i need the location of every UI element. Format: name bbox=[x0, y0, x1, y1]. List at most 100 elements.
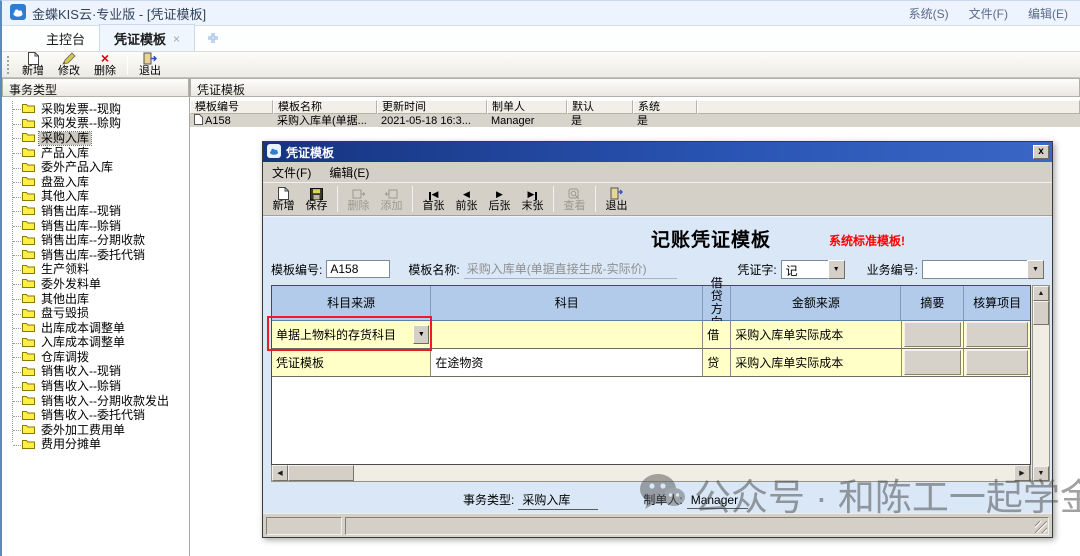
amount-source-cell[interactable]: 采购入库单实际成本 bbox=[731, 321, 901, 349]
tree-item[interactable]: 采购入库 bbox=[6, 131, 189, 146]
dialog-menu-edit[interactable]: 编辑(E) bbox=[329, 164, 369, 181]
tree-item[interactable]: 生产领料 bbox=[6, 263, 189, 278]
resize-grip[interactable] bbox=[1035, 521, 1047, 533]
exit-door-icon bbox=[610, 187, 624, 200]
tree-item[interactable]: 入库成本调整单 bbox=[6, 336, 189, 351]
col-updated[interactable]: 更新时间 bbox=[377, 100, 487, 114]
dialog-save-button[interactable]: 保存 bbox=[300, 187, 333, 212]
modify-button[interactable]: 修改 bbox=[51, 52, 87, 77]
entry-row-credit: 凭证模板 在途物资 贷 采购入库单实际成本 bbox=[272, 349, 1030, 377]
dialog-exit-button[interactable]: 退出 bbox=[600, 187, 633, 212]
business-no-select[interactable]: ▼ bbox=[922, 260, 1044, 279]
col-system[interactable]: 系统 bbox=[633, 100, 697, 114]
tree-item[interactable]: 产品入库 bbox=[6, 146, 189, 161]
dialog-new-button[interactable]: 新增 bbox=[267, 187, 300, 212]
tree-item-label: 出库成本调整单 bbox=[39, 322, 127, 335]
vertical-scrollbar[interactable]: ▲ ▼ bbox=[1032, 285, 1050, 482]
tree-item[interactable]: 销售出库--委托代销 bbox=[6, 248, 189, 263]
chevron-down-icon[interactable]: ▼ bbox=[1027, 260, 1044, 279]
col-summary: 摘要 bbox=[901, 286, 964, 321]
tree-item[interactable]: 其他出库 bbox=[6, 292, 189, 307]
col-template-name[interactable]: 模板名称 bbox=[273, 100, 377, 114]
col-default[interactable]: 默认 bbox=[567, 100, 633, 114]
sidebar: 事务类型 采购发票--现购 采购发票--赊购 采购入库 bbox=[2, 78, 190, 556]
tree-item[interactable]: 费用分摊单 bbox=[6, 438, 189, 453]
voucher-word-select[interactable]: 记 ▼ bbox=[781, 260, 845, 279]
exit-button[interactable]: 退出 bbox=[132, 52, 168, 77]
tree-item[interactable]: 销售收入--赊销 bbox=[6, 379, 189, 394]
tree-item[interactable]: 销售出库--现销 bbox=[6, 204, 189, 219]
tree-item[interactable]: 采购发票--赊购 bbox=[6, 117, 189, 132]
amount-source-cell[interactable]: 采购入库单实际成本 bbox=[731, 349, 901, 377]
col-accounting-item: 核算项目 bbox=[964, 286, 1030, 321]
dialog-append-button: 添加 bbox=[375, 187, 408, 212]
folder-icon bbox=[22, 117, 35, 131]
chevron-down-icon[interactable]: ▼ bbox=[413, 325, 429, 344]
scrollbar-thumb[interactable] bbox=[1033, 301, 1049, 325]
template-code-input[interactable] bbox=[326, 260, 390, 278]
dialog-prev-button[interactable]: ◀ 前张 bbox=[450, 187, 483, 212]
save-floppy-icon bbox=[310, 187, 323, 200]
exit-label: 退出 bbox=[139, 65, 161, 77]
voucher-word-value: 记 bbox=[781, 260, 828, 279]
table-row[interactable]: A158 采购入库单(单据... 2021-05-18 16:3... Mana… bbox=[190, 114, 1080, 127]
tab-close-icon[interactable]: × bbox=[173, 34, 180, 44]
tree-item[interactable]: 委外加工费用单 bbox=[6, 423, 189, 438]
delete-button[interactable]: × 删除 bbox=[87, 52, 123, 77]
menu-system[interactable]: 系统(S) bbox=[909, 5, 949, 22]
scroll-right-icon[interactable]: ▶ bbox=[1014, 465, 1030, 481]
dialog-titlebar[interactable]: 凭证模板 x bbox=[263, 142, 1052, 162]
tree-item[interactable]: 委外产品入库 bbox=[6, 160, 189, 175]
prev-record-icon: ◀ bbox=[463, 187, 470, 200]
tree-item[interactable]: 其他入库 bbox=[6, 190, 189, 205]
folder-icon bbox=[22, 307, 35, 321]
chevron-down-icon[interactable]: ▼ bbox=[828, 260, 845, 279]
folder-icon bbox=[22, 409, 35, 423]
tree-item[interactable]: 委外发料单 bbox=[6, 277, 189, 292]
scrollbar-thumb[interactable] bbox=[288, 465, 354, 481]
scroll-left-icon[interactable]: ◀ bbox=[272, 465, 288, 481]
new-button[interactable]: 新增 bbox=[15, 52, 51, 77]
menubar: 系统(S) 文件(F) 编辑(E) bbox=[909, 5, 1068, 22]
row-default: 是 bbox=[567, 115, 633, 127]
tree-item[interactable]: 出库成本调整单 bbox=[6, 321, 189, 336]
scroll-up-icon[interactable]: ▲ bbox=[1033, 286, 1049, 301]
voucher-template-dialog: 凭证模板 x 文件(F) 编辑(E) 新增 保存 删除 添加 bbox=[262, 141, 1053, 538]
tree-item[interactable]: 仓库调拨 bbox=[6, 350, 189, 365]
creator-value: Manager bbox=[687, 493, 748, 509]
col-creator[interactable]: 制单人 bbox=[487, 100, 567, 114]
direction-cell[interactable]: 借 bbox=[703, 321, 731, 349]
folder-icon bbox=[22, 423, 35, 437]
tree-item[interactable]: 销售收入--分期收款发出 bbox=[6, 394, 189, 409]
tree-item[interactable]: 销售出库--赊销 bbox=[6, 219, 189, 234]
direction-cell[interactable]: 贷 bbox=[703, 349, 731, 377]
dialog-title: 凭证模板 bbox=[286, 144, 1028, 161]
dialog-close-button[interactable]: x bbox=[1033, 145, 1049, 159]
tree-item[interactable]: 采购发票--现购 bbox=[6, 102, 189, 117]
dialog-first-button[interactable]: ◀ 首张 bbox=[417, 187, 450, 212]
horizontal-scrollbar[interactable]: ◀ ▶ bbox=[271, 465, 1031, 482]
subject-cell[interactable] bbox=[431, 321, 703, 349]
col-template-code[interactable]: 模板编号 bbox=[190, 100, 273, 114]
toolbar-grip bbox=[6, 55, 11, 75]
tree-item[interactable]: 盘盈入库 bbox=[6, 175, 189, 190]
tree-item[interactable]: 销售收入--现销 bbox=[6, 365, 189, 380]
subject-cell[interactable]: 在途物资 bbox=[431, 349, 703, 377]
tree-item[interactable]: 销售收入--委托代销 bbox=[6, 408, 189, 423]
tab-console[interactable]: 主控台 bbox=[32, 25, 99, 51]
tab-voucher-template[interactable]: 凭证模板 × bbox=[99, 24, 195, 51]
tab-add-icon[interactable] bbox=[207, 32, 219, 47]
menu-file[interactable]: 文件(F) bbox=[969, 5, 1008, 22]
voucher-word-label: 凭证字: bbox=[737, 261, 776, 278]
menu-edit[interactable]: 编辑(E) bbox=[1028, 5, 1068, 22]
dialog-last-button[interactable]: ▶ 末张 bbox=[516, 187, 549, 212]
dialog-next-button[interactable]: ▶ 后张 bbox=[483, 187, 516, 212]
subject-source-cell[interactable]: 凭证模板 bbox=[272, 349, 431, 377]
tree-item[interactable]: 销售出库--分期收款 bbox=[6, 233, 189, 248]
exit-door-icon bbox=[143, 52, 157, 65]
dialog-menu-file[interactable]: 文件(F) bbox=[272, 164, 311, 181]
subject-source-combo[interactable]: 单据上物料的存货科目 ▼ bbox=[272, 321, 431, 349]
folder-icon bbox=[22, 234, 35, 248]
scroll-down-icon[interactable]: ▼ bbox=[1033, 466, 1049, 481]
tree-item[interactable]: 盘亏毁损 bbox=[6, 306, 189, 321]
